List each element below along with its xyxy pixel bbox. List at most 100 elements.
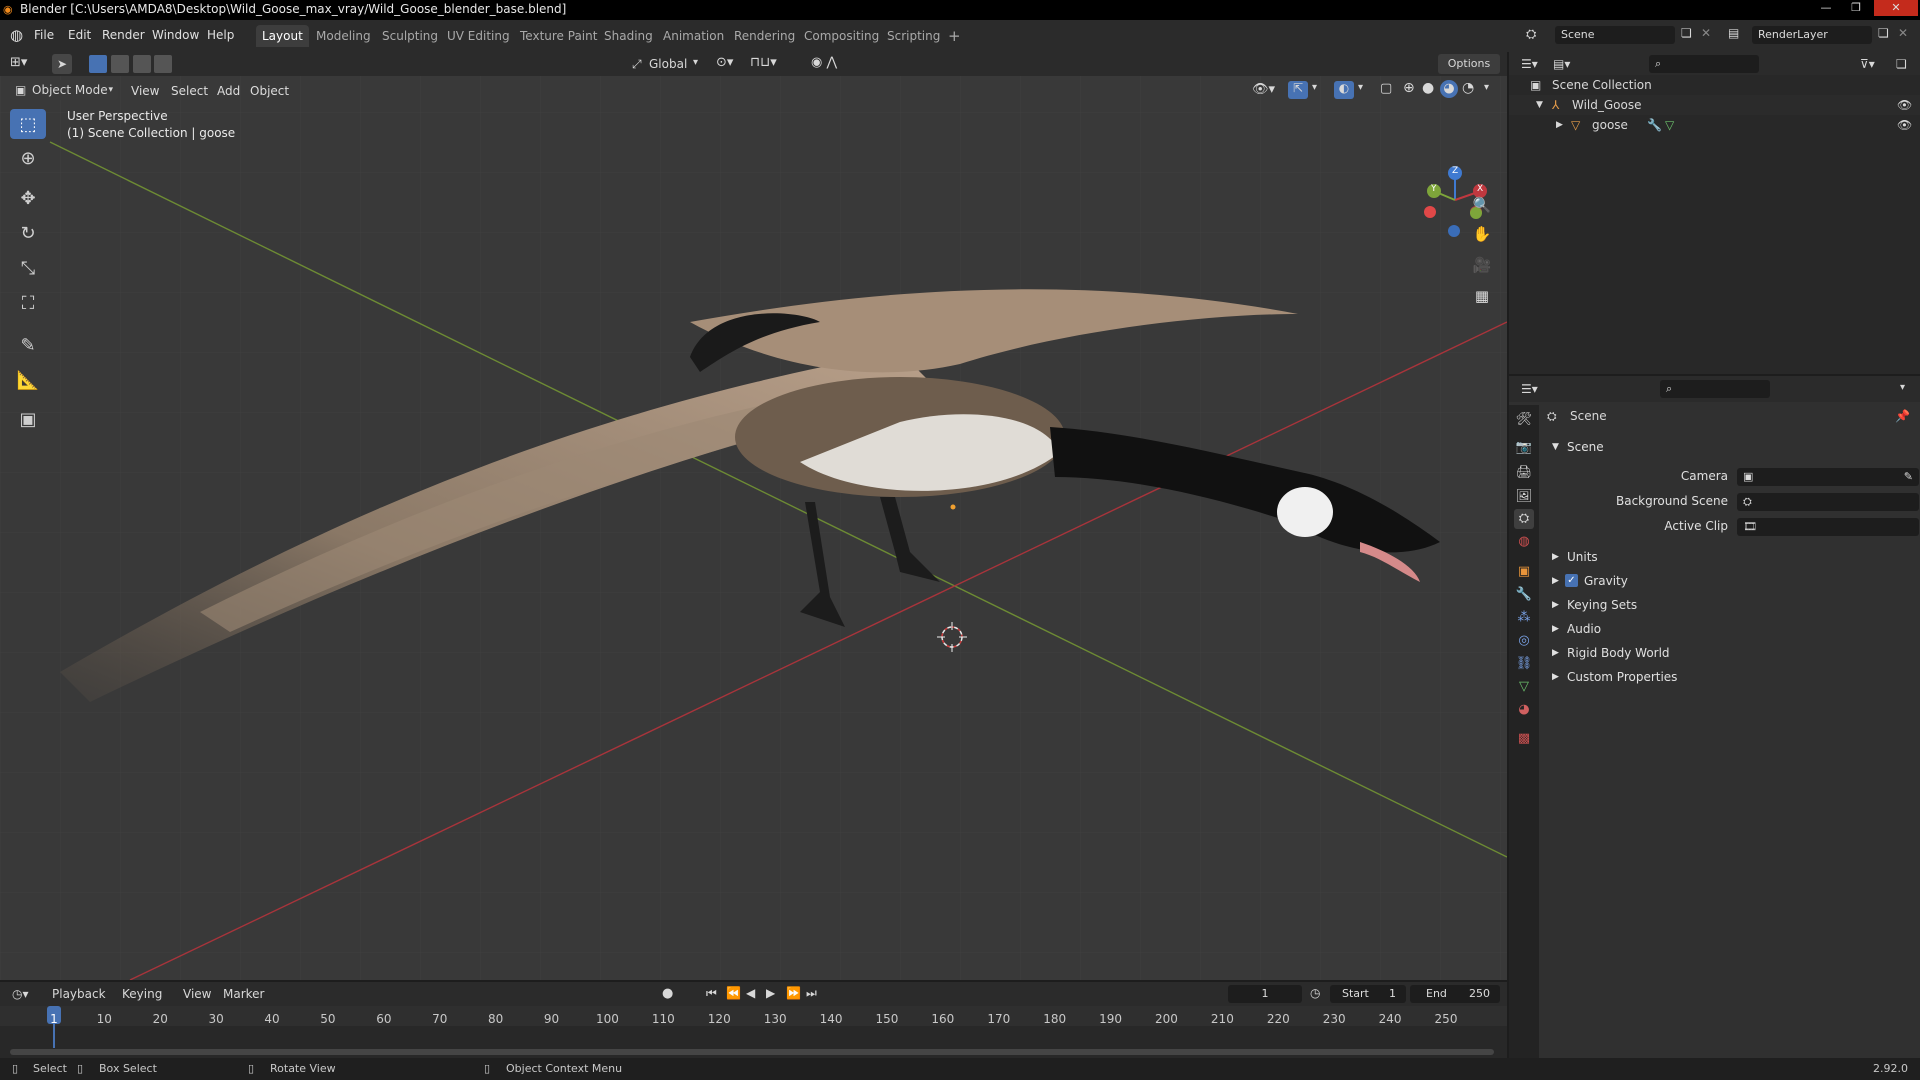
- tab-layout[interactable]: Layout: [256, 25, 309, 47]
- new-layer-icon[interactable]: ❏: [1878, 26, 1889, 40]
- selection-mode-buttons[interactable]: [89, 55, 179, 73]
- object-mode-dropdown[interactable]: ▣ Object Mode ▾: [10, 80, 118, 100]
- material-tab-icon[interactable]: ◕: [1514, 700, 1534, 720]
- menu-file[interactable]: File: [34, 28, 54, 42]
- modifier-tab-icon[interactable]: 🔧: [1514, 585, 1534, 605]
- chevron-down-icon[interactable]: ▾: [1358, 82, 1363, 93]
- measure-tool[interactable]: 📐: [10, 365, 46, 395]
- viewport-menu-view[interactable]: View: [131, 84, 159, 98]
- menu-edit[interactable]: Edit: [68, 28, 91, 42]
- auto-keying-icon[interactable]: ●: [662, 986, 673, 1001]
- world-tab-icon[interactable]: ◍: [1514, 532, 1534, 552]
- new-scene-icon[interactable]: ❏: [1681, 26, 1692, 40]
- gizmo-toggle-icon[interactable]: ⇱: [1288, 81, 1308, 99]
- outliner-row-wild-goose[interactable]: ▼ ⅄ Wild_Goose 👁: [1509, 95, 1920, 115]
- viewport-menu-select[interactable]: Select: [171, 84, 208, 98]
- rotate-tool[interactable]: ↻: [10, 218, 46, 248]
- tab-animation[interactable]: Animation: [657, 25, 730, 47]
- menu-help[interactable]: Help: [207, 28, 234, 42]
- tab-modeling[interactable]: Modeling: [310, 25, 377, 47]
- tab-compositing[interactable]: Compositing: [798, 25, 885, 47]
- start-frame-field[interactable]: Start 1: [1330, 985, 1406, 1003]
- new-collection-icon[interactable]: ❏: [1896, 57, 1907, 71]
- camera-field[interactable]: ▣ ✎: [1737, 468, 1919, 486]
- rendered-shading-icon[interactable]: ◔: [1462, 80, 1474, 96]
- custom-properties-panel[interactable]: ▶ Custom Properties: [1543, 667, 1913, 687]
- zoom-icon[interactable]: 🔍: [1470, 193, 1494, 217]
- audio-panel[interactable]: ▶ Audio: [1543, 619, 1913, 639]
- chevron-right-icon[interactable]: ▶: [1556, 115, 1563, 135]
- outliner-editor-icon[interactable]: ☰▾: [1521, 57, 1538, 71]
- render-layer-selector[interactable]: RenderLayer: [1752, 26, 1872, 44]
- display-mode-icon[interactable]: ▤▾: [1553, 57, 1570, 71]
- tab-rendering[interactable]: Rendering: [728, 25, 801, 47]
- options-dropdown[interactable]: Options: [1438, 54, 1500, 74]
- tab-sculpting[interactable]: Sculpting: [376, 25, 444, 47]
- timeline-editor-icon[interactable]: ◷▾: [12, 987, 29, 1001]
- tab-shading[interactable]: Shading: [598, 25, 659, 47]
- pivot-point-icon[interactable]: ⊙▾: [716, 55, 733, 70]
- scale-tool[interactable]: ⤡: [10, 253, 46, 283]
- eye-icon[interactable]: 👁: [1897, 95, 1912, 115]
- add-workspace-button[interactable]: +: [942, 25, 967, 47]
- end-frame-field[interactable]: End 250: [1410, 985, 1500, 1003]
- jump-keyframe-back-icon[interactable]: ⏪: [726, 986, 741, 1000]
- scene-tab-icon[interactable]: ⛭: [1514, 509, 1534, 529]
- xray-toggle-icon[interactable]: ▢: [1380, 81, 1392, 96]
- active-clip-field[interactable]: 🎞: [1737, 518, 1919, 536]
- 3d-viewport[interactable]: Z X Y ⊞▾ ➤ ⤢ Global ▾ ⊙▾ ⊓⊔▾ ◉ ⋀ Options…: [0, 52, 1507, 980]
- constraints-tab-icon[interactable]: ⛓: [1514, 654, 1534, 674]
- delete-scene-icon[interactable]: ✕: [1701, 26, 1711, 40]
- pin-icon[interactable]: 📌: [1895, 409, 1910, 423]
- camera-view-icon[interactable]: 🎥: [1470, 253, 1494, 277]
- timeline-menu-keying[interactable]: Keying: [122, 987, 162, 1001]
- outliner-search-input[interactable]: ⌕: [1649, 55, 1759, 73]
- eyedropper-icon[interactable]: ✎: [1904, 468, 1913, 486]
- gravity-panel[interactable]: ▶ ✓ Gravity: [1543, 571, 1913, 591]
- data-tab-icon[interactable]: ▽: [1514, 677, 1534, 697]
- chevron-down-icon[interactable]: ▼: [1536, 95, 1543, 115]
- menu-render[interactable]: Render: [102, 28, 145, 42]
- tab-texture-paint[interactable]: Texture Paint: [514, 25, 603, 47]
- proportional-edit-icon[interactable]: ◉ ⋀: [811, 55, 837, 70]
- outliner-row-goose[interactable]: ▶ ▽ goose 🔧 ▽ 👁: [1509, 115, 1920, 135]
- scene-section-header[interactable]: ▼ Scene: [1543, 437, 1913, 457]
- transform-tool[interactable]: ⛶: [10, 288, 46, 318]
- maximize-icon[interactable]: ❐: [1842, 0, 1870, 16]
- timeline-menu-playback[interactable]: Playback: [52, 987, 106, 1001]
- timeline-scrollbar[interactable]: [10, 1049, 1494, 1055]
- physics-tab-icon[interactable]: ◎: [1514, 631, 1534, 651]
- wireframe-shading-icon[interactable]: ⊕: [1403, 80, 1415, 96]
- close-icon[interactable]: ✕: [1874, 0, 1918, 16]
- tool-tab-icon[interactable]: 🛠: [1514, 410, 1534, 430]
- pan-hand-icon[interactable]: ✋: [1470, 222, 1494, 246]
- menu-window[interactable]: Window: [152, 28, 199, 42]
- transform-orientation-dropdown[interactable]: Global: [649, 57, 687, 71]
- blender-menu-icon[interactable]: ◍: [10, 26, 23, 44]
- outliner-row-scene-collection[interactable]: ▣ Scene Collection: [1509, 75, 1920, 95]
- keying-sets-panel[interactable]: ▶ Keying Sets: [1543, 595, 1913, 615]
- overlay-toggle-icon[interactable]: ◐: [1334, 81, 1354, 99]
- current-frame-field[interactable]: 1: [1228, 985, 1302, 1003]
- timeline-menu-marker[interactable]: Marker: [223, 987, 264, 1001]
- select-tool-icon[interactable]: ➤: [52, 54, 72, 74]
- minimize-icon[interactable]: —: [1812, 0, 1840, 16]
- particles-tab-icon[interactable]: ⁂: [1514, 608, 1534, 628]
- select-box-tool[interactable]: ⬚: [10, 109, 46, 139]
- units-panel[interactable]: ▶ Units: [1543, 547, 1913, 567]
- viewport-menu-object[interactable]: Object: [250, 84, 289, 98]
- timeline-menu-view[interactable]: View: [183, 987, 211, 1001]
- scene-selector[interactable]: Scene: [1555, 26, 1675, 44]
- preview-range-icon[interactable]: ◷: [1310, 986, 1320, 1000]
- texture-tab-icon[interactable]: ▩: [1514, 729, 1534, 749]
- play-reverse-icon[interactable]: ◀: [746, 986, 755, 1000]
- perspective-toggle-icon[interactable]: ▦: [1470, 284, 1494, 308]
- gravity-checkbox[interactable]: ✓: [1565, 574, 1578, 587]
- play-icon[interactable]: ▶: [766, 986, 775, 1000]
- eye-icon[interactable]: 👁: [1897, 115, 1912, 135]
- jump-end-icon[interactable]: ⏭: [806, 986, 817, 1001]
- material-preview-shading-icon[interactable]: ◕: [1440, 80, 1458, 98]
- properties-editor-icon[interactable]: ☰▾: [1521, 382, 1538, 396]
- annotate-tool[interactable]: ✎: [10, 330, 46, 360]
- viewport-menu-add[interactable]: Add: [217, 84, 240, 98]
